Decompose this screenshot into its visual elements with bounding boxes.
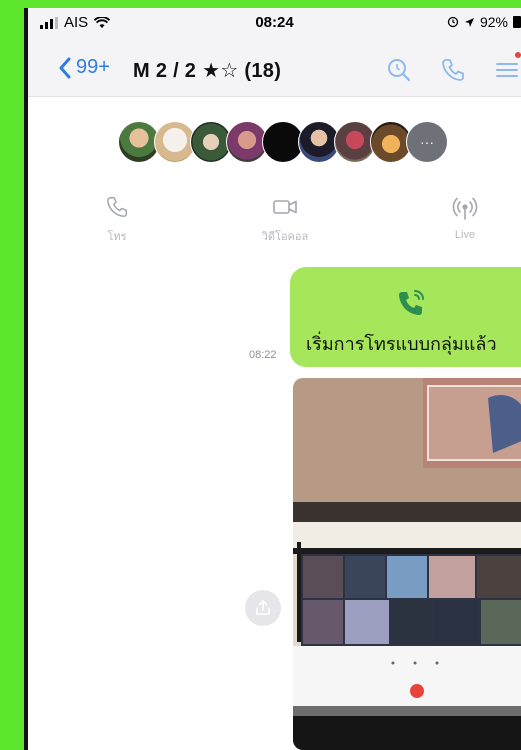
phone-ringing-icon (399, 290, 424, 315)
live-broadcast-icon (452, 197, 478, 220)
more-members-label: ··· (420, 134, 434, 150)
battery-percent: 92% (479, 14, 508, 30)
chat-header: 99+ M 2 / 2 ★☆ (18) (28, 38, 521, 97)
member-avatars[interactable]: ··· (118, 121, 448, 165)
share-icon (256, 600, 270, 615)
notification-dot (515, 52, 521, 58)
chat-title: M 2 / 2 ★☆ (18) (133, 60, 282, 82)
video-call-action[interactable]: วิดีโอคอล (240, 194, 330, 245)
search-icon (388, 59, 411, 82)
status-bar: AIS 08:24 92% (28, 8, 521, 38)
location-icon (464, 17, 474, 27)
video-camera-icon (273, 200, 297, 214)
photo-message[interactable] (293, 378, 521, 750)
menu-button[interactable] (493, 52, 521, 84)
device-frame: AIS 08:24 92% 99+ M 2 / 2 ★☆ (18) ··· โท… (24, 8, 521, 750)
shared-photo (293, 378, 521, 750)
live-action[interactable]: Live (420, 194, 510, 241)
chevron-left-icon (59, 57, 71, 78)
back-button[interactable]: 99+ (58, 56, 110, 79)
unread-count: 99+ (76, 56, 110, 78)
call-actions: โทร วิดีโอคอล Live (28, 194, 521, 254)
video-call-label: วิดีโอคอล (261, 231, 309, 243)
voice-call-action[interactable]: โทร (72, 194, 162, 245)
live-label: Live (454, 229, 476, 241)
voice-call-label: โทร (107, 231, 127, 243)
group-call-text: เริ่มการโทรแบบกลุ่มแล้ว (306, 334, 497, 354)
more-members-button[interactable]: ··· (406, 121, 448, 163)
battery-icon (513, 16, 521, 28)
group-call-message[interactable]: เริ่มการโทรแบบกลุ่มแล้ว (290, 267, 521, 367)
phone-icon (442, 59, 464, 81)
header-actions (385, 52, 521, 84)
call-button[interactable] (439, 56, 467, 84)
status-right: 92% (447, 14, 521, 30)
hamburger-menu-icon (496, 63, 518, 77)
chat-screen: AIS 08:24 92% 99+ M 2 / 2 ★☆ (18) ··· โท… (28, 8, 521, 750)
phone-icon (106, 196, 128, 218)
share-button[interactable] (245, 590, 281, 626)
alarm-icon (447, 16, 459, 28)
search-button[interactable] (385, 56, 413, 84)
message-timestamp: 08:22 (249, 349, 277, 361)
